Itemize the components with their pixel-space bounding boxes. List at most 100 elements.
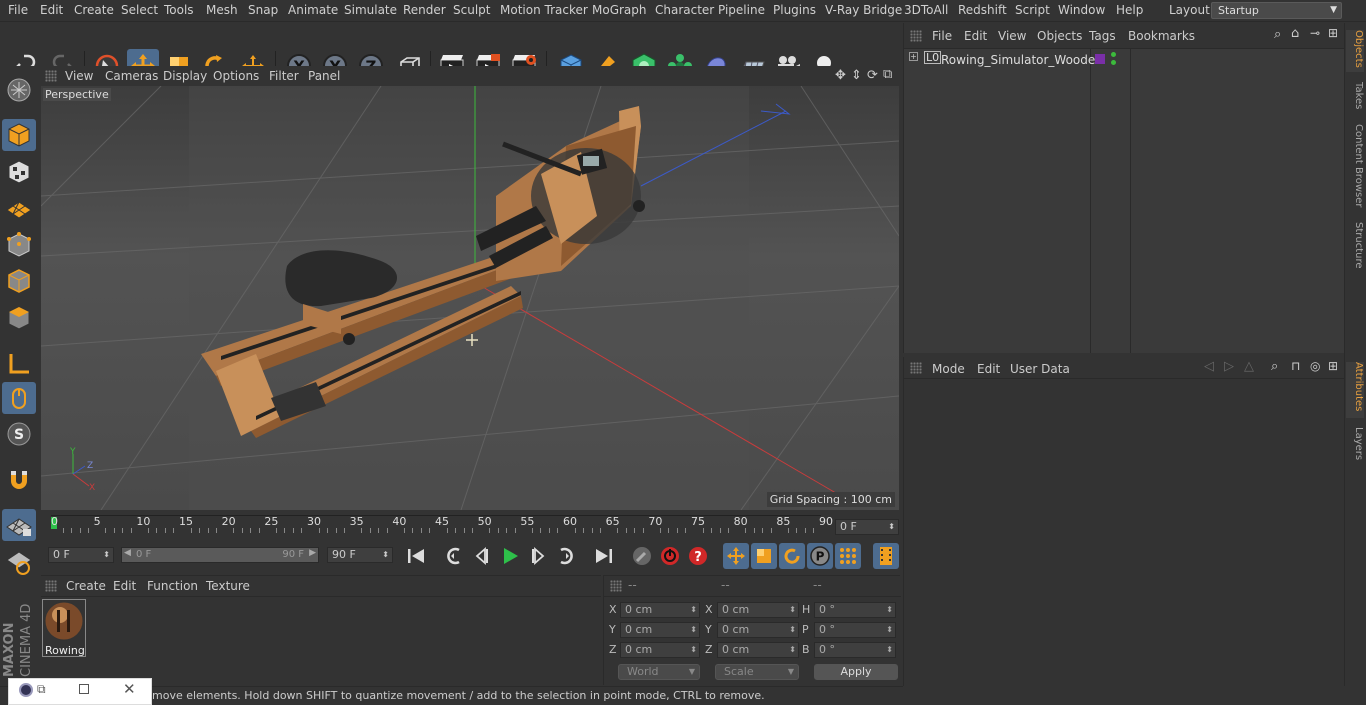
attributes-menu-mode[interactable]: Mode — [932, 362, 965, 376]
close-icon[interactable]: ✕ — [123, 680, 136, 698]
autokey-button[interactable] — [657, 543, 683, 569]
previous-key-button[interactable] — [441, 543, 467, 569]
rotation-h-field[interactable]: 0 ° ⬍ — [814, 602, 896, 618]
key-pla-button[interactable] — [835, 543, 861, 569]
maximize-icon[interactable] — [79, 684, 89, 694]
menu-help[interactable]: Help — [1116, 3, 1143, 17]
objects-menu-tags[interactable]: Tags — [1089, 29, 1116, 43]
size-z-field[interactable]: 0 cm ⬍ — [717, 642, 799, 658]
rotate-view-icon[interactable]: ⟳ — [867, 68, 878, 83]
home-icon[interactable]: ⌂ — [1291, 26, 1299, 41]
menu-render[interactable]: Render — [403, 3, 446, 17]
make-editable-button[interactable] — [2, 74, 36, 106]
viewport-menu-view[interactable]: View — [65, 69, 93, 83]
tab-content-browser[interactable]: Content Browser — [1346, 124, 1364, 207]
position-y-field[interactable]: 0 cm ⬍ — [620, 622, 700, 638]
layer-tag-icon[interactable] — [1095, 54, 1105, 64]
search-icon[interactable]: ⌕ — [1274, 27, 1281, 42]
menu-select[interactable]: Select — [121, 3, 158, 17]
maximize-view-icon[interactable]: ⧉ — [883, 67, 892, 82]
keyframe-selection-button[interactable]: ? — [685, 543, 711, 569]
viewport-3d[interactable]: Y Z X Perspective Grid Spacing : 100 cm — [41, 86, 899, 510]
play-button[interactable] — [497, 543, 523, 569]
edges-mode-button[interactable] — [2, 265, 36, 297]
model-mode-button[interactable] — [2, 119, 36, 151]
objects-menu-bookmarks[interactable]: Bookmarks — [1128, 29, 1195, 43]
texture-mode-button[interactable] — [2, 156, 36, 188]
visibility-render-dot[interactable] — [1111, 60, 1116, 65]
objects-menu-view[interactable]: View — [998, 29, 1026, 43]
position-z-field[interactable]: 0 cm ⬍ — [620, 642, 700, 658]
objects-menu-objects[interactable]: Objects — [1037, 29, 1082, 43]
forward-arrow-icon[interactable]: ▷ — [1224, 359, 1234, 374]
key-parameter-button[interactable]: P — [807, 543, 833, 569]
tab-attributes[interactable]: Attributes — [1346, 362, 1364, 418]
material-menu-edit[interactable]: Edit — [113, 579, 136, 593]
points-mode-button[interactable] — [2, 229, 36, 261]
object-row[interactable]: + L0 Rowing_Simulator_Wooden — [904, 51, 1345, 69]
settings-icon[interactable]: ◎ — [1310, 359, 1320, 373]
menu-file[interactable]: File — [8, 3, 28, 17]
menu-plugins[interactable]: Plugins — [773, 3, 816, 17]
material-menu-create[interactable]: Create — [66, 579, 106, 593]
enable-axis-button[interactable] — [2, 348, 36, 380]
menu-script[interactable]: Script — [1015, 3, 1050, 17]
viewport-menu-filter[interactable]: Filter — [269, 69, 299, 83]
menu-animate[interactable]: Animate — [288, 3, 338, 17]
start-frame-field[interactable]: 0 F ⬍ — [48, 547, 114, 563]
viewport-menu-panel[interactable]: Panel — [308, 69, 340, 83]
viewport-menu-display[interactable]: Display — [163, 69, 207, 83]
polygons-mode-button[interactable] — [2, 302, 36, 334]
menu-motion-tracker[interactable]: Motion Tracker — [500, 3, 588, 17]
restore-icon[interactable]: ⧉ — [37, 682, 46, 697]
key-scale-button[interactable] — [751, 543, 777, 569]
timeline-ruler[interactable]: 0 5 10 15 20 25 30 35 40 45 50 55 60 65 70 75 80 85 90 0 F… — [41, 511, 899, 539]
tab-takes[interactable]: Takes — [1346, 82, 1364, 109]
workplane-lock-button[interactable] — [2, 509, 36, 541]
scale-mode-dropdown[interactable]: Scale ▼ — [715, 664, 799, 680]
snap-button[interactable] — [2, 465, 36, 497]
rotation-b-field[interactable]: 0 ° ⬍ — [814, 642, 896, 658]
pan-view-icon[interactable]: ✥ — [835, 68, 846, 83]
key-position-button[interactable] — [723, 543, 749, 569]
visibility-editor-dot[interactable] — [1111, 52, 1116, 57]
back-arrow-icon[interactable]: ◁ — [1204, 359, 1214, 374]
menu-snap[interactable]: Snap — [248, 3, 278, 17]
menu-character[interactable]: Character — [655, 3, 714, 17]
position-x-field[interactable]: 0 cm ⬍ — [620, 602, 700, 618]
filter-icon[interactable]: ⊸ — [1310, 26, 1320, 40]
record-keys-button[interactable] — [629, 543, 655, 569]
attributes-menu-user-data[interactable]: User Data — [1010, 362, 1070, 376]
material-menu-texture[interactable]: Texture — [206, 579, 250, 593]
menu-window[interactable]: Window — [1058, 3, 1105, 17]
search-icon[interactable]: ⌕ — [1271, 359, 1278, 374]
go-to-start-button[interactable] — [403, 543, 429, 569]
coordinate-space-dropdown[interactable]: World ▼ — [618, 664, 700, 680]
menu-simulate[interactable]: Simulate — [344, 3, 397, 17]
menu-create[interactable]: Create — [74, 3, 114, 17]
key-rotation-button[interactable] — [779, 543, 805, 569]
tweak-mode-button[interactable] — [2, 382, 36, 414]
previous-frame-button[interactable] — [469, 543, 495, 569]
next-key-button[interactable] — [553, 543, 579, 569]
up-arrow-icon[interactable]: △ — [1244, 359, 1254, 374]
viewport-menu-cameras[interactable]: Cameras — [105, 69, 158, 83]
menu-redshift[interactable]: Redshift — [958, 3, 1007, 17]
solo-button[interactable]: S — [2, 418, 36, 450]
apply-button[interactable]: Apply — [814, 664, 898, 680]
menu-mograph[interactable]: MoGraph — [592, 3, 647, 17]
menu-tools[interactable]: Tools — [164, 3, 194, 17]
current-frame-field[interactable]: 0 F ⬍ — [835, 519, 899, 535]
menu-mesh[interactable]: Mesh — [206, 3, 238, 17]
end-frame-field[interactable]: 90 F ⬍ — [327, 547, 393, 563]
menu-pipeline[interactable]: Pipeline — [718, 3, 765, 17]
lock-icon[interactable]: ⊓ — [1291, 359, 1300, 373]
tab-layers[interactable]: Layers — [1346, 427, 1364, 460]
objects-menu-edit[interactable]: Edit — [964, 29, 987, 43]
expand-icon[interactable]: + — [909, 52, 918, 61]
tab-objects[interactable]: Objects — [1346, 30, 1364, 72]
material-menu-function[interactable]: Function — [147, 579, 198, 593]
layout-dropdown[interactable]: Startup ▼ — [1211, 2, 1342, 19]
go-to-end-button[interactable] — [591, 543, 617, 569]
object-name[interactable]: Rowing_Simulator_Wooden — [941, 53, 1103, 67]
